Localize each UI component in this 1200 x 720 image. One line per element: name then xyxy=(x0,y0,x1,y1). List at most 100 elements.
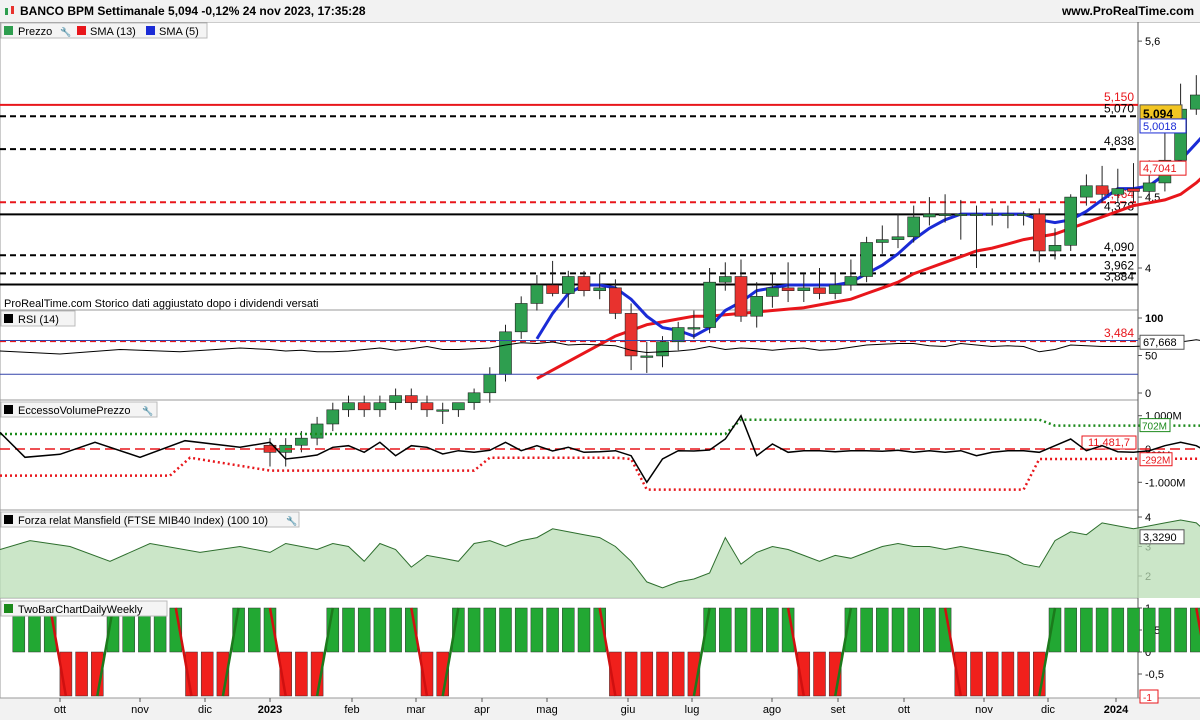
chart-logo-icon xyxy=(5,6,14,15)
site-link[interactable]: www.ProRealTime.com xyxy=(1062,4,1194,18)
twobar-bar xyxy=(1142,607,1156,653)
candle-body xyxy=(860,242,873,277)
candle-body xyxy=(452,402,465,411)
twobar-bar xyxy=(876,607,889,653)
candle-body xyxy=(766,287,779,297)
twobar-bar xyxy=(813,651,826,697)
chart-title: BANCO BPM Settimanale 5,094 -0,12% 24 no… xyxy=(20,4,366,18)
candle-body xyxy=(1080,185,1093,198)
twobar-bar xyxy=(734,607,748,653)
candle-body xyxy=(1048,245,1062,252)
twobar-bar xyxy=(985,651,999,697)
candle-body xyxy=(561,276,575,294)
candle-body xyxy=(326,409,340,425)
x-tick-label: dic xyxy=(1041,704,1056,716)
twobar-bar xyxy=(1080,607,1093,653)
rsi-badge: 67,668 xyxy=(1143,337,1177,349)
candle-body xyxy=(640,355,654,358)
level-label: 3,484 xyxy=(1104,326,1134,340)
twobar-bar xyxy=(295,651,308,697)
candle-body xyxy=(436,409,450,412)
candle-body xyxy=(499,331,512,375)
vol-lower-badge: -292M xyxy=(1142,456,1170,467)
twobar-bar xyxy=(389,607,402,653)
candle-body xyxy=(844,276,858,286)
vol-upper-badge: 702M xyxy=(1142,422,1167,433)
twobar-bar xyxy=(577,607,591,653)
sma13-legend-swatch xyxy=(77,26,86,35)
panel-frame-0 xyxy=(0,22,1139,311)
chart-area[interactable]: 7,26,86,465,64,543,57,1706,3985,9225,150… xyxy=(0,22,1200,720)
sma13-legend-item: SMA (13) xyxy=(90,26,136,38)
twobar-legend: TwoBarChartDailyWeekly xyxy=(18,604,143,616)
candle-body xyxy=(891,236,905,240)
candle-body xyxy=(875,239,889,243)
candle-body xyxy=(483,374,497,394)
twobar-legend-swatch xyxy=(4,604,13,613)
rsi-ytick-label: 100 xyxy=(1145,313,1163,325)
twobar-bar xyxy=(766,607,779,653)
candle-body xyxy=(923,213,936,218)
candle-body xyxy=(970,213,983,216)
x-axis-bar xyxy=(0,698,1200,720)
candle-body xyxy=(342,402,355,411)
twobar-bar xyxy=(907,607,920,653)
candle-body xyxy=(467,392,481,404)
panel-frame-2 xyxy=(0,399,1139,511)
twobar-bar xyxy=(640,651,654,697)
candle-body xyxy=(514,303,528,333)
sma5-legend-item: SMA (5) xyxy=(159,26,199,38)
mans-legend: Forza relat Mansfield (FTSE MIB40 Index)… xyxy=(18,515,268,527)
twobar-bar xyxy=(562,607,575,653)
twobar-bar xyxy=(970,651,983,697)
vol-level-label: 11,481,7 xyxy=(1088,437,1130,449)
sma5-legend-swatch xyxy=(146,26,155,35)
twobar-bar xyxy=(860,607,873,653)
candle-body xyxy=(1095,185,1109,195)
wrench-icon: 🔧 xyxy=(60,26,71,37)
x-tick-label: nov xyxy=(131,704,149,716)
twobar-bar xyxy=(373,607,387,653)
candle-body xyxy=(577,276,591,291)
mans-ytick-label: 4 xyxy=(1145,512,1151,524)
candle-body xyxy=(1033,213,1046,252)
twobar-bar xyxy=(1095,607,1109,653)
candle-body xyxy=(938,213,952,216)
price-legend-icon xyxy=(4,26,13,35)
rsi-legend-swatch xyxy=(4,314,13,323)
vol-ytick-label: -1.000M xyxy=(1145,477,1185,489)
twobar-bar xyxy=(1064,607,1077,653)
candle-body xyxy=(1190,94,1200,110)
level-label: 3,884 xyxy=(1104,269,1134,283)
candle-body xyxy=(1111,188,1125,195)
candle-body xyxy=(797,287,811,291)
level-label: 4,090 xyxy=(1104,240,1134,254)
candle-body xyxy=(828,284,842,294)
twobar-bar xyxy=(923,607,936,653)
candle-body xyxy=(985,213,999,216)
candle-body xyxy=(546,284,559,294)
candle-body xyxy=(671,327,685,343)
twobar-bar xyxy=(1127,607,1140,653)
twobar-bar xyxy=(1111,607,1125,653)
twobar-bar xyxy=(656,651,669,697)
twobar-bar xyxy=(248,607,261,653)
x-tick-label: apr xyxy=(474,704,490,716)
x-tick-label: ago xyxy=(763,704,781,716)
candle-body xyxy=(907,216,921,238)
candle-body xyxy=(750,296,764,317)
price-ytick-label: 5,6 xyxy=(1145,36,1160,48)
twobar-bar xyxy=(719,607,732,653)
x-tick-label: set xyxy=(831,704,846,716)
candle-body xyxy=(530,284,544,304)
x-tick-label: giu xyxy=(621,704,636,716)
twobar-bar xyxy=(342,607,355,653)
candle-body xyxy=(373,402,387,411)
mans-legend-swatch xyxy=(4,515,13,524)
twobar-bar xyxy=(75,651,88,697)
candle-body xyxy=(718,276,732,283)
candle-body xyxy=(656,341,669,357)
rsi-legend: RSI (14) xyxy=(18,314,59,326)
x-tick-label: ott xyxy=(54,704,66,716)
candle-body xyxy=(295,437,308,446)
